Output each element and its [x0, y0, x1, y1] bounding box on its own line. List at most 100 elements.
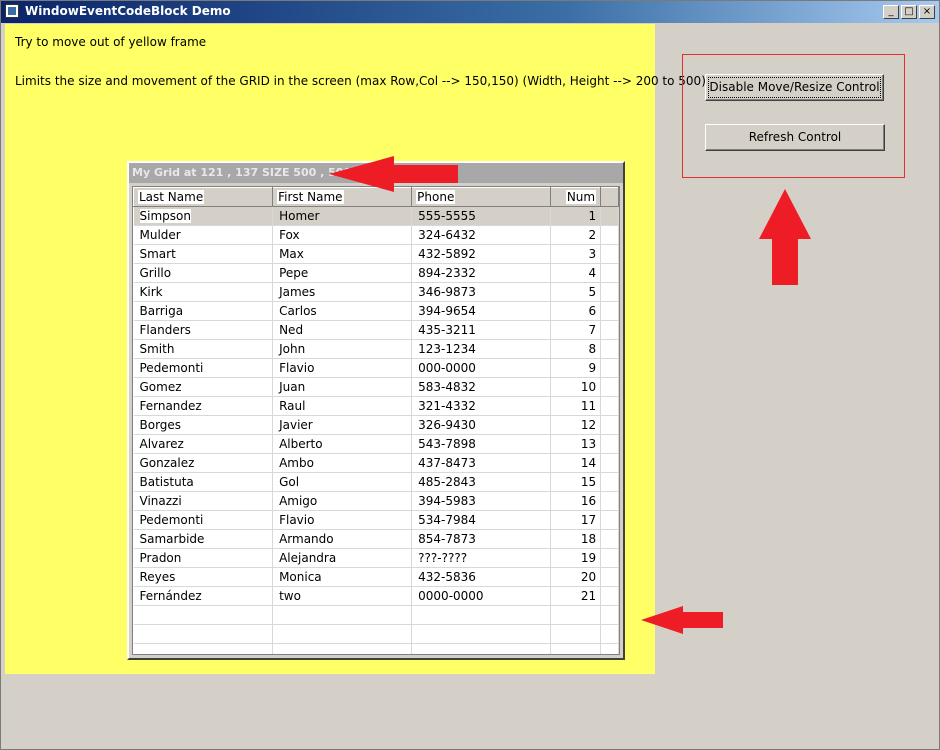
table-row[interactable]: Fernández two 0000-0000 21 [133, 586, 619, 606]
cell-phone[interactable]: 435-3211 [411, 320, 552, 340]
cell-first-name[interactable]: James [272, 282, 413, 302]
cell-last-name[interactable]: Pradon [133, 548, 274, 568]
cell-num[interactable]: 19 [550, 548, 602, 568]
empty-cell[interactable] [272, 643, 413, 654]
empty-cell[interactable] [550, 605, 602, 625]
table-row[interactable]: Fernandez Raul 321-4332 11 [133, 396, 619, 416]
cell-num[interactable]: 8 [550, 339, 602, 359]
cell-phone[interactable]: 123-1234 [411, 339, 552, 359]
cell-phone[interactable]: 394-5983 [411, 491, 552, 511]
cell-num[interactable]: 12 [550, 415, 602, 435]
cell-last-name[interactable]: Smith [133, 339, 274, 359]
empty-cell[interactable] [411, 605, 552, 625]
cell-first-name[interactable]: Alberto [272, 434, 413, 454]
cell-num[interactable]: 10 [550, 377, 602, 397]
cell-num[interactable]: 3 [550, 244, 602, 264]
empty-cell[interactable] [133, 643, 274, 654]
maximize-icon[interactable]: □ [901, 5, 917, 19]
cell-first-name[interactable]: Armando [272, 529, 413, 549]
cell-last-name[interactable]: Pedemonti [133, 510, 274, 530]
cell-phone[interactable]: 555-5555 [411, 206, 552, 226]
cell-last-name[interactable]: Mulder [133, 225, 274, 245]
cell-last-name[interactable]: Fernández [133, 586, 274, 606]
cell-first-name[interactable]: Juan [272, 377, 413, 397]
cell-last-name[interactable]: Batistuta [133, 472, 274, 492]
table-row[interactable]: Barriga Carlos 394-9654 6 [133, 301, 619, 321]
close-icon[interactable]: × [919, 5, 935, 19]
cell-first-name[interactable]: Pepe [272, 263, 413, 283]
table-row[interactable]: Pedemonti Flavio 534-7984 17 [133, 510, 619, 530]
cell-last-name[interactable]: Vinazzi [133, 491, 274, 511]
cell-last-name[interactable]: Grillo [133, 263, 274, 283]
cell-phone[interactable]: 324-6432 [411, 225, 552, 245]
grid-window[interactable]: My Grid at 121 , 137 SIZE 500 , 500 Last… [127, 161, 625, 660]
cell-num[interactable]: 2 [550, 225, 602, 245]
table-row[interactable]: Gonzalez Ambo 437-8473 14 [133, 453, 619, 473]
empty-cell[interactable] [411, 643, 552, 654]
cell-num[interactable]: 1 [550, 206, 602, 226]
cell-num[interactable]: 18 [550, 529, 602, 549]
cell-last-name[interactable]: Gonzalez [133, 453, 274, 473]
cell-first-name[interactable]: Flavio [272, 358, 413, 378]
cell-first-name[interactable]: John [272, 339, 413, 359]
cell-num[interactable]: 15 [550, 472, 602, 492]
cell-last-name[interactable]: Pedemonti [133, 358, 274, 378]
table-row[interactable]: Pradon Alejandra ???-???? 19 [133, 548, 619, 568]
empty-cell[interactable] [550, 643, 602, 654]
table-row[interactable]: Kirk James 346-9873 5 [133, 282, 619, 302]
empty-row[interactable] [133, 605, 619, 625]
table-row[interactable]: Smith John 123-1234 8 [133, 339, 619, 359]
cell-first-name[interactable]: Max [272, 244, 413, 264]
empty-cell[interactable] [272, 624, 413, 644]
title-bar[interactable]: WindowEventCodeBlock Demo _ □ × [1, 1, 939, 23]
empty-row[interactable] [133, 624, 619, 644]
cell-first-name[interactable]: Ned [272, 320, 413, 340]
cell-phone[interactable]: 0000-0000 [411, 586, 552, 606]
cell-phone[interactable]: 321-4332 [411, 396, 552, 416]
cell-phone[interactable]: 437-8473 [411, 453, 552, 473]
disable-move-resize-button[interactable]: Disable Move/Resize Control [705, 74, 884, 101]
cell-last-name[interactable]: Kirk [133, 282, 274, 302]
cell-phone[interactable]: 432-5836 [411, 567, 552, 587]
cell-num[interactable]: 20 [550, 567, 602, 587]
table-row[interactable]: Batistuta Gol 485-2843 15 [133, 472, 619, 492]
cell-phone[interactable]: 485-2843 [411, 472, 552, 492]
cell-phone[interactable]: 326-9430 [411, 415, 552, 435]
table-row[interactable]: Reyes Monica 432-5836 20 [133, 567, 619, 587]
empty-cell[interactable] [411, 624, 552, 644]
cell-last-name[interactable]: Fernandez [133, 396, 274, 416]
cell-phone[interactable]: ???-???? [411, 548, 552, 568]
cell-first-name[interactable]: Alejandra [272, 548, 413, 568]
table-row[interactable]: Vinazzi Amigo 394-5983 16 [133, 491, 619, 511]
cell-num[interactable]: 13 [550, 434, 602, 454]
cell-first-name[interactable]: Ambo [272, 453, 413, 473]
refresh-control-button[interactable]: Refresh Control [705, 124, 885, 151]
cell-first-name[interactable]: Javier [272, 415, 413, 435]
empty-row[interactable] [133, 643, 619, 654]
cell-phone[interactable]: 534-7984 [411, 510, 552, 530]
empty-cell[interactable] [550, 624, 602, 644]
table-row[interactable]: Gomez Juan 583-4832 10 [133, 377, 619, 397]
cell-num[interactable]: 21 [550, 586, 602, 606]
empty-cell[interactable] [133, 624, 274, 644]
cell-num[interactable]: 11 [550, 396, 602, 416]
cell-last-name[interactable]: Barriga [133, 301, 274, 321]
cell-num[interactable]: 14 [550, 453, 602, 473]
cell-phone[interactable]: 583-4832 [411, 377, 552, 397]
cell-last-name[interactable]: Simpson [133, 206, 274, 226]
table-row[interactable]: Smart Max 432-5892 3 [133, 244, 619, 264]
cell-last-name[interactable]: Flanders [133, 320, 274, 340]
cell-last-name[interactable]: Alvarez [133, 434, 274, 454]
minimize-icon[interactable]: _ [883, 5, 899, 19]
table-row[interactable]: Grillo Pepe 894-2332 4 [133, 263, 619, 283]
cell-phone[interactable]: 394-9654 [411, 301, 552, 321]
column-header-num[interactable]: Num [550, 187, 602, 207]
table-row[interactable]: Pedemonti Flavio 000-0000 9 [133, 358, 619, 378]
column-header-last-name[interactable]: Last Name [133, 187, 274, 207]
cell-num[interactable]: 4 [550, 263, 602, 283]
grid-body[interactable]: Last Name First Name Phone Num Simpson Ho… [132, 186, 620, 655]
cell-num[interactable]: 7 [550, 320, 602, 340]
cell-first-name[interactable]: Amigo [272, 491, 413, 511]
cell-num[interactable]: 9 [550, 358, 602, 378]
cell-first-name[interactable]: two [272, 586, 413, 606]
